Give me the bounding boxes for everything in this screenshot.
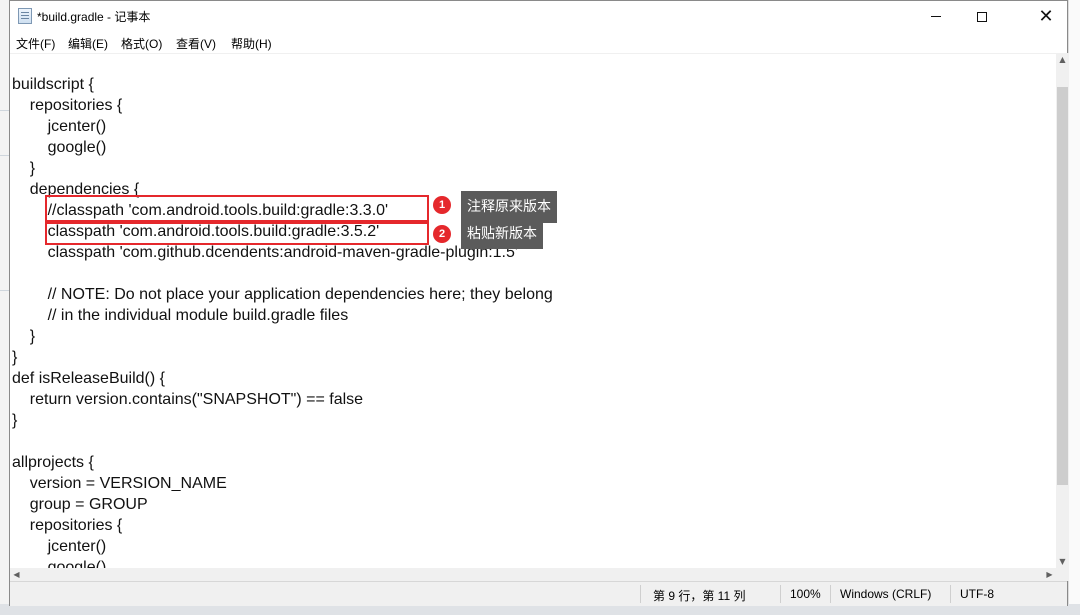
scroll-right-icon[interactable]: ▶ bbox=[1043, 568, 1056, 581]
zoom-level: 100% bbox=[790, 587, 821, 601]
code-line: } bbox=[12, 160, 36, 177]
vertical-scrollbar[interactable]: ▲ ▼ bbox=[1056, 53, 1069, 568]
maximize-icon bbox=[977, 11, 987, 22]
notepad-window: *build.gradle - 记事本 ✕ 文件(F) 编辑(E) 格式(O) … bbox=[9, 0, 1069, 606]
text-editor[interactable]: buildscript { repositories { jcenter() g… bbox=[10, 53, 1056, 569]
close-icon: ✕ bbox=[1038, 6, 1054, 27]
highlight-box-old-version bbox=[45, 195, 429, 222]
background-window-left bbox=[0, 0, 9, 615]
code-line: google() bbox=[12, 139, 107, 156]
code-line: // in the individual module build.gradle… bbox=[12, 307, 349, 324]
scroll-up-icon[interactable]: ▲ bbox=[1056, 53, 1069, 66]
status-divider bbox=[640, 585, 641, 603]
annotation-badge-2: 2 bbox=[433, 225, 451, 243]
menu-view[interactable]: 查看(V) bbox=[176, 35, 216, 52]
minimize-button[interactable] bbox=[913, 1, 959, 32]
code-line: } bbox=[12, 412, 18, 429]
status-bar: 第 9 行，第 11 列 100% Windows (CRLF) UTF-8 bbox=[10, 581, 1067, 606]
cursor-position: 第 9 行，第 11 列 bbox=[653, 589, 746, 603]
code-line: version = VERSION_NAME bbox=[12, 475, 227, 492]
scroll-left-icon[interactable]: ◀ bbox=[10, 568, 23, 581]
highlight-box-new-version bbox=[45, 222, 429, 245]
code-line: group = GROUP bbox=[12, 496, 148, 513]
line-ending: Windows (CRLF) bbox=[840, 587, 932, 601]
code-line: classpath 'com.github.dcendents:android-… bbox=[12, 244, 518, 261]
code-line: jcenter() bbox=[12, 538, 107, 555]
code-line: repositories { bbox=[12, 517, 123, 534]
menu-format[interactable]: 格式(O) bbox=[121, 35, 162, 52]
code-line: return version.contains("SNAPSHOT") == f… bbox=[12, 391, 364, 408]
scroll-down-icon[interactable]: ▼ bbox=[1056, 555, 1069, 568]
scrollbar-corner bbox=[1056, 568, 1069, 581]
annotation-callout-2: 粘贴新版本 bbox=[461, 219, 543, 249]
minimize-icon bbox=[931, 16, 941, 17]
code-line: buildscript { bbox=[12, 76, 94, 93]
code-line: repositories { bbox=[12, 97, 123, 114]
status-divider bbox=[780, 585, 781, 603]
status-divider bbox=[830, 585, 831, 603]
code-line: allprojects { bbox=[12, 454, 94, 471]
code-line: } bbox=[12, 328, 36, 345]
close-button[interactable]: ✕ bbox=[1023, 1, 1069, 32]
code-line: // NOTE: Do not place your application d… bbox=[12, 286, 553, 303]
window-title: *build.gradle - 记事本 bbox=[37, 10, 151, 24]
notepad-icon bbox=[18, 8, 32, 24]
title-bar: *build.gradle - 记事本 ✕ bbox=[10, 1, 1067, 32]
status-divider bbox=[950, 585, 951, 603]
horizontal-scrollbar[interactable]: ◀ ▶ bbox=[10, 568, 1056, 581]
code-line: jcenter() bbox=[12, 118, 107, 135]
menu-bar: 文件(F) 编辑(E) 格式(O) 查看(V) 帮助(H) bbox=[10, 32, 1067, 52]
menu-help[interactable]: 帮助(H) bbox=[231, 35, 272, 52]
annotation-badge-1: 1 bbox=[433, 196, 451, 214]
background-window-right bbox=[1068, 0, 1080, 615]
menu-edit[interactable]: 编辑(E) bbox=[68, 35, 108, 52]
encoding: UTF-8 bbox=[960, 587, 994, 601]
menu-file[interactable]: 文件(F) bbox=[16, 35, 55, 52]
maximize-button[interactable] bbox=[959, 1, 1005, 32]
code-line: } bbox=[12, 349, 18, 366]
vertical-scroll-thumb[interactable] bbox=[1057, 87, 1068, 485]
code-line: def isReleaseBuild() { bbox=[12, 370, 165, 387]
